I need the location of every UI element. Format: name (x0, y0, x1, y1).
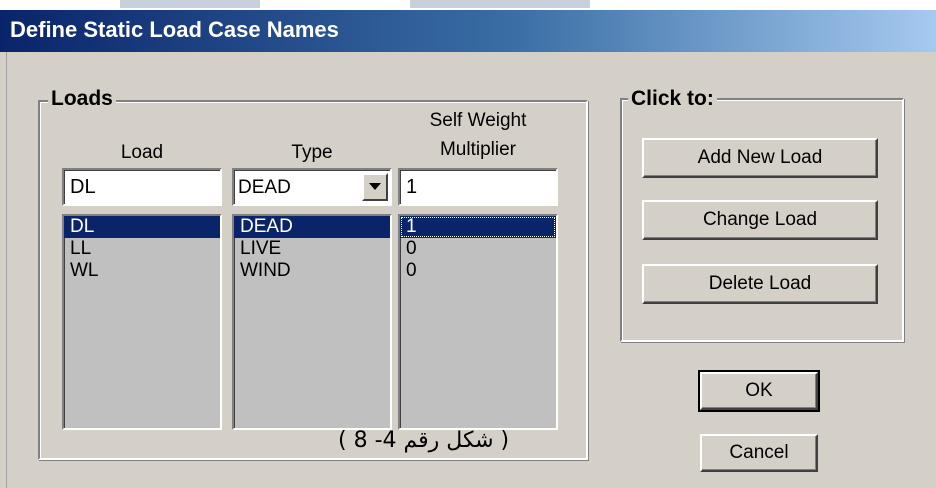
click-to-group-label: Click to: (628, 87, 717, 111)
loads-group-label: Loads (48, 87, 116, 111)
window-title: Define Static Load Case Names (10, 17, 339, 42)
figure-caption: ( شكل رقم 4- 8 ) (338, 428, 510, 453)
cancel-button[interactable]: Cancel (700, 434, 818, 472)
load-name-list[interactable]: DL LL WL (62, 214, 222, 430)
multiplier-input[interactable]: 1 (398, 168, 558, 206)
multiplier-list[interactable]: 1 0 0 (398, 214, 558, 430)
multiplier-header-line1: Self Weight (429, 110, 527, 131)
ok-button[interactable]: OK (698, 370, 820, 412)
list-item[interactable]: WL (64, 260, 220, 282)
multiplier-header-line2: Multiplier (439, 139, 517, 160)
delete-load-button[interactable]: Delete Load (642, 264, 878, 304)
list-item[interactable]: DEAD (234, 216, 390, 238)
top-strip (0, 0, 936, 10)
load-type-list[interactable]: DEAD LIVE WIND (232, 214, 392, 430)
chevron-down-icon[interactable] (362, 173, 388, 201)
title-bar[interactable]: Define Static Load Case Names (0, 10, 936, 52)
load-type-select[interactable]: DEAD (232, 168, 392, 206)
load-column-header: Load (120, 142, 164, 163)
list-item[interactable]: 0 (400, 238, 556, 260)
load-name-input[interactable]: DL (62, 168, 222, 206)
list-item[interactable]: 0 (400, 260, 556, 282)
list-item[interactable]: DL (64, 216, 220, 238)
list-item[interactable]: LL (64, 238, 220, 260)
add-new-load-button[interactable]: Add New Load (642, 138, 878, 178)
left-edge (0, 52, 7, 488)
change-load-button[interactable]: Change Load (642, 200, 878, 240)
dialog-window: Define Static Load Case Names Loads Load… (0, 0, 936, 488)
load-type-value: DEAD (238, 177, 291, 198)
type-column-header: Type (291, 142, 333, 163)
list-item[interactable]: 1 (400, 216, 556, 238)
list-item[interactable]: LIVE (234, 238, 390, 260)
list-item[interactable]: WIND (234, 260, 390, 282)
